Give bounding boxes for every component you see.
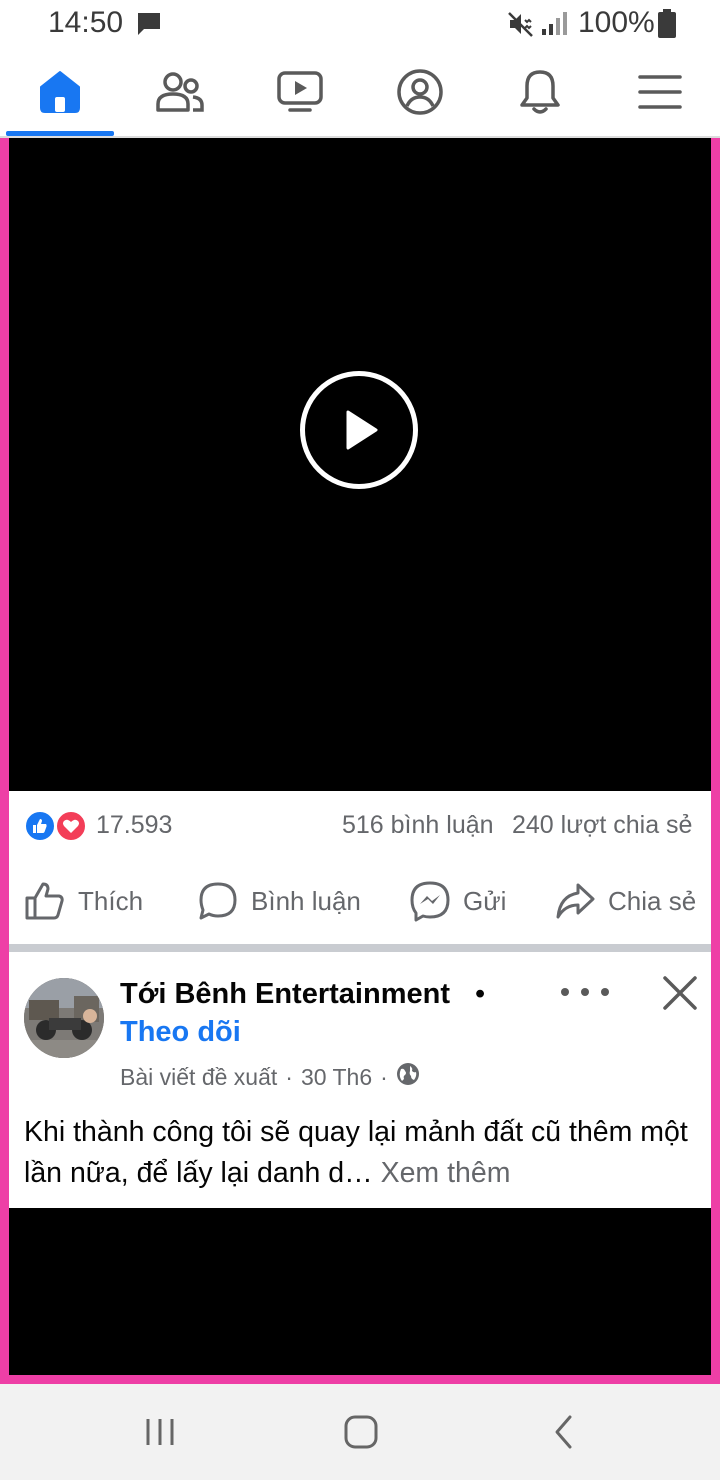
profile-icon — [397, 69, 443, 115]
news-feed[interactable]: 17.593 516 bình luận 240 lượt chia sẻ Th… — [0, 138, 720, 1384]
post-actions: Thích Bình luận Gửi Chia sẻ — [9, 863, 711, 943]
play-button[interactable] — [300, 371, 418, 489]
suggested-label: Bài viết đề xuất — [120, 1063, 278, 1090]
back-button[interactable] — [533, 1412, 593, 1452]
avatar[interactable] — [24, 978, 104, 1058]
meta-separator-2: · — [380, 1063, 388, 1090]
shares-count[interactable]: 240 lượt chia sẻ — [512, 811, 692, 840]
battery-icon — [657, 9, 677, 44]
globe-icon — [396, 1062, 420, 1092]
bell-icon — [520, 70, 560, 114]
love-reaction-icon — [55, 810, 87, 842]
see-more-link[interactable]: Xem thêm — [381, 1157, 511, 1189]
post-body: Khi thành công tôi sẽ quay lại mảnh đất … — [24, 1116, 688, 1189]
status-time: 14:50 — [48, 6, 124, 39]
post-divider — [9, 944, 711, 952]
comments-count[interactable]: 516 bình luận — [342, 811, 494, 840]
recent-apps-icon — [146, 1419, 174, 1445]
status-bar: 14:50 100% — [0, 0, 720, 48]
share-button[interactable]: Chia sẻ — [554, 879, 696, 923]
name-separator: • — [475, 978, 486, 1010]
home-nav-icon — [344, 1415, 378, 1449]
signal-icon — [540, 11, 568, 42]
like-button[interactable]: Thích — [24, 879, 143, 923]
comment-label: Bình luận — [251, 885, 361, 916]
share-icon — [556, 883, 595, 919]
tab-notifications[interactable] — [480, 48, 600, 136]
send-button[interactable]: Gửi — [409, 879, 506, 923]
system-nav-bar — [0, 1384, 720, 1480]
mute-icon — [507, 10, 535, 43]
messenger-icon — [410, 881, 450, 922]
tab-profile[interactable] — [360, 48, 480, 136]
post-date[interactable]: 30 Th6 — [301, 1064, 372, 1091]
play-icon — [346, 410, 378, 450]
tab-friends[interactable] — [120, 48, 240, 136]
back-icon — [555, 1415, 572, 1449]
home-nav-button[interactable] — [331, 1412, 391, 1452]
battery-percent: 100% — [578, 6, 655, 39]
active-tab-indicator — [6, 131, 114, 136]
send-label: Gửi — [463, 885, 507, 916]
post-text[interactable]: Khi thành công tôi sẽ quay lại mảnh đất … — [24, 1112, 704, 1194]
follow-link[interactable]: Theo dõi — [120, 1016, 241, 1049]
video-icon — [277, 71, 323, 112]
more-options-button[interactable] — [561, 980, 609, 1004]
friends-icon — [156, 72, 204, 112]
post-meta: Bài viết đề xuất · 30 Th6 · — [120, 1062, 420, 1092]
like-label: Thích — [78, 885, 144, 916]
thumbs-up-icon — [25, 882, 64, 920]
author-name[interactable]: Tới Bênh Entertainment — [120, 978, 450, 1011]
tab-home[interactable] — [0, 48, 120, 136]
share-label: Chia sẻ — [608, 885, 697, 916]
video-player[interactable] — [9, 138, 711, 791]
video-player-2[interactable] — [9, 1208, 711, 1375]
message-icon — [136, 11, 162, 42]
tab-menu[interactable] — [600, 48, 720, 136]
reaction-count[interactable]: 17.593 — [96, 811, 172, 840]
close-icon — [663, 976, 697, 1010]
close-button[interactable] — [661, 974, 699, 1017]
home-icon — [40, 71, 80, 113]
comment-button[interactable]: Bình luận — [197, 879, 361, 923]
like-reaction-icon — [24, 810, 56, 842]
tab-watch[interactable] — [240, 48, 360, 136]
recent-apps-button[interactable] — [130, 1412, 190, 1452]
reactions-summary[interactable]: 17.593 516 bình luận 240 lượt chia sẻ — [9, 791, 711, 863]
meta-separator: · — [285, 1063, 293, 1090]
post-card: Tới Bênh Entertainment • Theo dõi Bài vi… — [9, 952, 711, 1208]
menu-icon — [638, 75, 682, 109]
tab-bar — [0, 48, 720, 138]
comment-icon — [199, 882, 237, 920]
